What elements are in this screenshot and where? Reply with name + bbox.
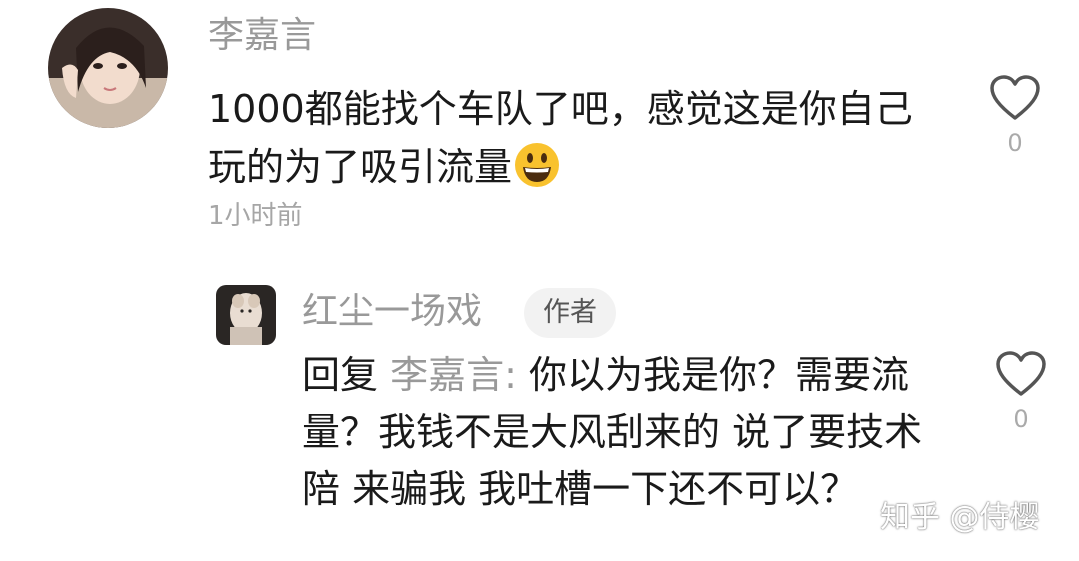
comment-text: 1000都能找个车队了吧，感觉这是你自己玩的为了吸引流量 xyxy=(208,80,938,196)
comment-like-button[interactable]: 0 xyxy=(986,74,1044,164)
reply-like-button[interactable]: 0 xyxy=(992,350,1050,440)
grinning-face-emoji-icon xyxy=(515,143,560,187)
heart-icon xyxy=(990,75,1040,120)
reply-text: 回复 李嘉言: 你以为我是你？需要流量？我钱不是大风刮来的 说了要技术陪 来骗我… xyxy=(302,347,942,518)
commenter-username[interactable]: 李嘉言 xyxy=(208,12,316,60)
comment-like-count: 0 xyxy=(1007,129,1023,157)
comment-timestamp: 1小时前 xyxy=(208,201,303,231)
author-badge: 作者 xyxy=(524,288,616,338)
commenter-avatar[interactable] xyxy=(48,8,168,128)
reply-prefix: 回复 xyxy=(302,353,379,397)
comment-body: 1000都能找个车队了吧，感觉这是你自己玩的为了吸引流量 xyxy=(208,87,913,189)
heart-icon xyxy=(996,351,1046,396)
reply-author-username[interactable]: 红尘一场戏 xyxy=(302,288,482,336)
reply-like-count: 0 xyxy=(1013,405,1029,433)
zhihu-watermark: 知乎 @侍樱 xyxy=(880,500,1040,535)
reply-target-username[interactable]: 李嘉言: xyxy=(390,353,517,397)
reply-author-avatar[interactable] xyxy=(216,285,276,345)
